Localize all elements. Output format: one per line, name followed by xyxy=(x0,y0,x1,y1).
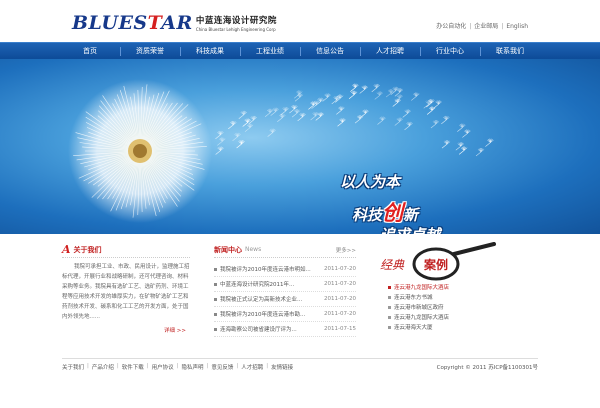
case-item[interactable]: 连云港东方书城 xyxy=(388,292,538,302)
news-title: 新闻中心 xyxy=(214,245,242,254)
about-text: 我院可承担工业、市政、民用设计，监理施工招标代理，开展行业和战略研制，还可代理咨… xyxy=(62,264,190,320)
footer-link-agreement[interactable]: 用户协议 xyxy=(152,363,174,371)
top-links: 办公自动化 | 企业邮局 | English xyxy=(436,23,528,30)
hero-banner: 以人为本 科技创新 追求卓越 xyxy=(0,59,600,234)
bullet-icon xyxy=(214,312,217,316)
news-item[interactable]: 我院被评为2010年度连云港市勘... 2011-07-20 xyxy=(214,307,356,322)
footer-link-friends[interactable]: 友情链接 xyxy=(271,363,293,371)
news-section: 新闻中心 News 更多>> 我院被评为2010年度连云港市明如... 2011-… xyxy=(214,242,356,337)
header: BLUESTAR 中蓝连海设计研究院 China Bluestar Lehigh… xyxy=(0,0,600,42)
footer: 关于我们 | 产品介绍 | 软件下载 | 用户协议 | 隐私声明 | 意见反馈 | 人才招聘… xyxy=(62,358,538,374)
nav-item-announcements[interactable]: 信息公告 xyxy=(300,43,360,60)
slogan-excellence: 追求卓越 xyxy=(380,224,440,234)
footer-link-downloads[interactable]: 软件下载 xyxy=(122,363,144,371)
top-link-oa[interactable]: 办公自动化 xyxy=(436,23,466,30)
news-item[interactable]: 我院被评为2010年度连云港市明如... 2011-07-20 xyxy=(214,262,356,277)
logo[interactable]: BLUESTAR 中蓝连海设计研究院 China Bluestar Lehigh… xyxy=(72,11,277,35)
content-area: A 关于我们 我院可承担工业、市政、民用设计，监理施工招标代理，开展行业和战略研… xyxy=(62,242,538,352)
cases-title-script: 经典 xyxy=(380,258,405,272)
nav-item-contact[interactable]: 联系我们 xyxy=(480,43,540,60)
slogan-people-oriented: 以人为本 xyxy=(340,173,401,191)
logo-english-name: China Bluestar Lehigh Engineering Corp xyxy=(195,27,276,32)
bullet-icon xyxy=(214,267,217,271)
footer-link-feedback[interactable]: 意见反馈 xyxy=(211,363,233,371)
logo-chinese-name: 中蓝连海设计研究院 xyxy=(195,16,277,26)
nav-item-qualifications[interactable]: 资质荣誉 xyxy=(120,43,180,60)
news-list: 我院被评为2010年度连云港市明如... 2011-07-20 中蓝连海设计研究院… xyxy=(214,262,356,337)
nav-item-projects[interactable]: 工程业绩 xyxy=(240,43,300,60)
top-link-mail[interactable]: 企业邮局 xyxy=(474,23,498,30)
footer-link-about[interactable]: 关于我们 xyxy=(62,363,84,371)
case-item[interactable]: 连云港九龙国际大酒店 xyxy=(388,282,538,292)
news-more-link[interactable]: 更多>> xyxy=(336,246,356,254)
about-title: 关于我们 xyxy=(73,245,102,254)
cases-section: 经典 案例 连云港九龙国际大酒店 连云港东方书城 连云港市新城区政府 连云港九龙… xyxy=(374,242,538,332)
about-section: A 关于我们 我院可承担工业、市政、民用设计，监理施工招标代理，开展行业和战略研… xyxy=(62,242,190,334)
bullet-icon xyxy=(388,285,391,289)
bullet-icon xyxy=(214,297,217,301)
top-link-english[interactable]: English xyxy=(506,23,528,30)
nav-item-achievements[interactable]: 科技成果 xyxy=(180,43,240,60)
news-item[interactable]: 中蓝连海设计研究院2011年... 2011-07-20 xyxy=(214,277,356,292)
nav-item-industry[interactable]: 行业中心 xyxy=(420,43,480,60)
case-item[interactable]: 连云港市新城区政府 xyxy=(388,302,538,312)
logo-wordmark: BLUESTAR xyxy=(72,12,193,34)
copyright: Copyright © 2011 苏ICP备1100301号 xyxy=(436,364,538,371)
case-item[interactable]: 连云港海天大厦 xyxy=(388,322,538,332)
nav-item-recruitment[interactable]: 人才招聘 xyxy=(360,43,420,60)
cases-title: 案例 xyxy=(424,258,449,272)
about-a-icon: A xyxy=(62,243,71,256)
about-detail-link[interactable]: 详细 >> xyxy=(164,326,186,334)
cases-list: 连云港九龙国际大酒店 连云港东方书城 连云港市新城区政府 连云港九龙国际大酒店 … xyxy=(388,282,538,332)
news-subtitle: News xyxy=(245,246,262,253)
nav-item-home[interactable]: 首页 xyxy=(60,43,120,60)
footer-link-privacy[interactable]: 隐私声明 xyxy=(182,363,204,371)
bullet-icon xyxy=(388,315,391,319)
news-item[interactable]: 连海勘察公司被省建设厅评为... 2011-07-15 xyxy=(214,322,356,337)
bullet-icon xyxy=(388,305,391,309)
bullet-icon xyxy=(388,295,391,299)
bullet-icon xyxy=(214,327,217,331)
slogan-innovation: 科技创新 xyxy=(352,201,419,225)
footer-links: 关于我们 | 产品介绍 | 软件下载 | 用户协议 | 隐私声明 | 意见反馈 | 人才招聘… xyxy=(62,362,294,371)
footer-link-products[interactable]: 产品介绍 xyxy=(92,363,114,371)
case-item[interactable]: 连云港九龙国际大酒店 xyxy=(388,312,538,322)
main-nav: 首页 资质荣誉 科技成果 工程业绩 信息公告 人才招聘 行业中心 联系我们 xyxy=(0,42,600,59)
bullet-icon xyxy=(214,282,217,286)
footer-link-jobs[interactable]: 人才招聘 xyxy=(241,363,263,371)
bullet-icon xyxy=(388,325,391,329)
news-item[interactable]: 我院被正式认定为高新技术企业... 2011-07-20 xyxy=(214,292,356,307)
dandelion-illustration xyxy=(68,79,494,223)
